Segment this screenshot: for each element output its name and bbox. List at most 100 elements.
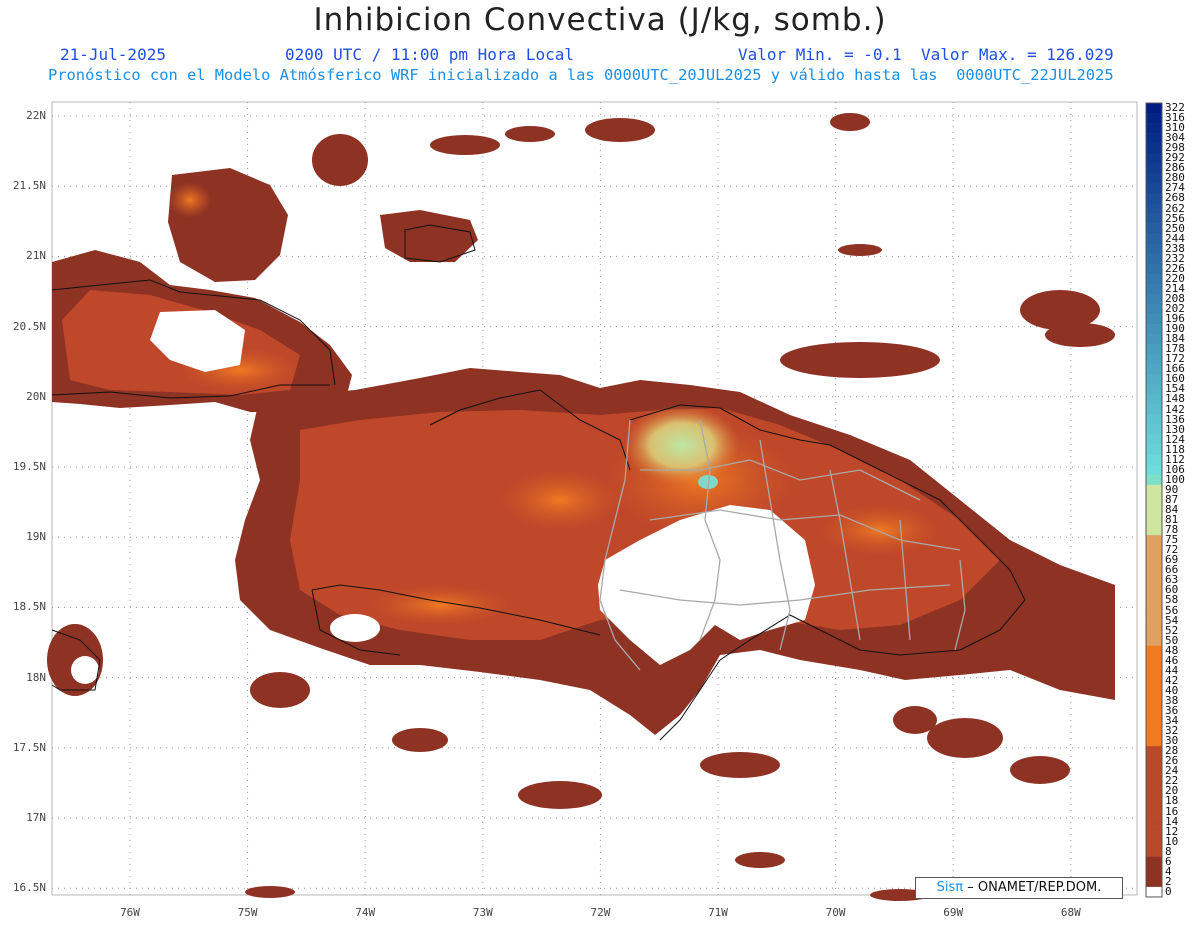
lat-label: 18.5N [12, 600, 46, 614]
lon-label: 76W [120, 906, 140, 919]
field-cell-16 [830, 113, 870, 131]
colorbar-swatch [1146, 776, 1162, 787]
lat-label: 22N [26, 109, 46, 122]
colorbar-swatch [1146, 334, 1162, 345]
field-cell-14 [245, 886, 295, 898]
colorbar-swatch [1146, 123, 1162, 134]
colorbar-swatch [1146, 826, 1162, 837]
field-cell-3 [392, 728, 448, 752]
colorbar-swatch [1146, 424, 1162, 435]
field-haiti-hot [370, 585, 510, 625]
lat-label: 19.5N [12, 460, 46, 473]
colorbar-swatch [1146, 726, 1162, 737]
colorbar-swatch [1146, 283, 1162, 295]
lat-label: 17N [26, 811, 46, 824]
colorbar-swatch [1146, 243, 1162, 255]
colorbar-swatch [1146, 464, 1162, 476]
colorbar-swatch [1146, 484, 1162, 496]
colorbar-swatch [1146, 605, 1162, 616]
colorbar-swatch [1146, 253, 1162, 265]
field-cell-4 [518, 781, 602, 809]
colorbar-swatch [1146, 454, 1162, 466]
colorbar-swatch [1146, 675, 1162, 687]
colorbar-swatch [1146, 364, 1162, 375]
colorbar-swatch [1146, 685, 1162, 697]
colorbar-swatch [1146, 515, 1162, 526]
colorbar-swatch [1146, 203, 1162, 214]
colorbar-swatch [1146, 545, 1162, 556]
field-cell-jamaica-hole [71, 656, 99, 684]
colorbar-swatch [1146, 786, 1162, 797]
colorbar-swatch [1146, 414, 1162, 425]
field-cell-17 [838, 244, 882, 256]
field-cell-1 [238, 573, 262, 591]
colorbar-swatch [1146, 876, 1162, 888]
colorbar-swatch [1146, 273, 1162, 285]
field-inagua-hot [168, 182, 212, 218]
colorbar-swatch [1146, 585, 1162, 596]
colorbar-swatch [1146, 575, 1162, 586]
colorbar-swatch [1146, 806, 1162, 817]
colorbar-swatch [1146, 133, 1162, 144]
colorbar-swatch [1146, 394, 1162, 405]
colorbar-swatch [1146, 555, 1162, 566]
lat-label: 16.5N [12, 881, 46, 895]
lon-label: 73W [472, 906, 493, 919]
credit-text: – ONAMET/REP.DOM. [967, 880, 1102, 895]
field-cell-15 [735, 852, 785, 868]
colorbar-swatch [1146, 494, 1162, 506]
colorbar-swatch [1146, 866, 1162, 878]
colorbar-swatch [1146, 163, 1162, 174]
colorbar-swatch [1146, 816, 1162, 827]
colorbar-swatch [1146, 384, 1162, 395]
colorbar-swatch [1146, 525, 1162, 536]
credit-box: Sisπ – ONAMET/REP.DOM. [915, 877, 1123, 899]
lon-label: 70W [825, 906, 846, 919]
colorbar-swatch [1146, 635, 1162, 646]
field-cell-5 [700, 752, 780, 778]
field-bahamas-ne [430, 135, 500, 155]
colorbar-swatch [1146, 846, 1162, 858]
colorbar-swatch [1146, 695, 1162, 707]
lon-label: 74W [355, 906, 376, 919]
lon-label: 72W [590, 906, 611, 919]
colorbar-swatch [1146, 153, 1162, 164]
colorbar-swatch [1146, 233, 1162, 244]
colorbar-swatch [1146, 173, 1162, 184]
colorbar-swatch [1146, 314, 1162, 325]
field-bahamas-ne2 [505, 126, 555, 142]
colorbar-swatch [1146, 756, 1162, 767]
colorbar-swatch [1146, 293, 1162, 305]
colorbar-swatch [1146, 354, 1162, 365]
colorbar-swatch [1146, 645, 1162, 657]
field-cell-12 [585, 118, 655, 142]
colorbar-swatch [1146, 796, 1162, 807]
colorbar-swatch [1146, 886, 1162, 898]
colorbar-swatch [1146, 143, 1162, 154]
colorbar-swatch [1146, 706, 1162, 717]
colorbar-swatch [1146, 183, 1162, 194]
lat-label: 18N [26, 670, 46, 684]
colorbar-swatch [1146, 344, 1162, 355]
colorbar-swatch [1146, 565, 1162, 576]
colorbar-swatch [1146, 746, 1162, 757]
lat-label: 17.5N [12, 740, 46, 754]
colorbar-swatch [1146, 665, 1162, 677]
colorbar-swatch [1146, 223, 1162, 234]
colorbar-swatch [1146, 404, 1162, 415]
colorbar-swatch [1146, 113, 1162, 124]
colorbar-swatch [1146, 193, 1162, 204]
colorbar-swatch [1146, 213, 1162, 224]
lat-label: 21.5N [12, 179, 46, 193]
colorbar-swatch [1146, 474, 1162, 486]
colorbar-swatch [1146, 716, 1162, 727]
field-cell-6 [927, 718, 1003, 758]
colorbar-swatch [1146, 304, 1162, 315]
field-cell-8 [780, 342, 940, 378]
field-bahamas-n [312, 134, 368, 186]
colorbar-swatch [1146, 856, 1162, 868]
colorbar-swatch [1146, 615, 1162, 626]
page: Inhibicion Convectiva (J/kg, somb.) 21-J… [0, 0, 1200, 927]
lon-label: 69W [943, 906, 964, 919]
colorbar-swatch [1146, 324, 1162, 335]
